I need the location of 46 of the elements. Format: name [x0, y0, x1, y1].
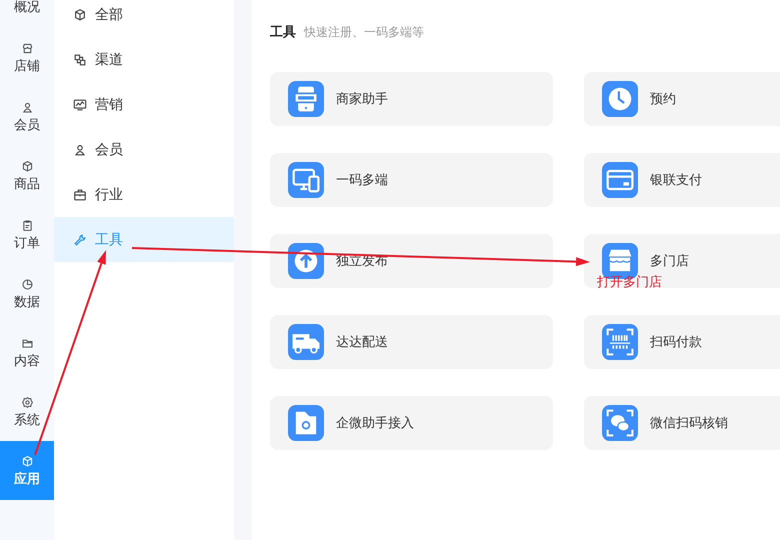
nav-item[interactable]: 会员 [0, 87, 54, 146]
wrench-icon [73, 232, 87, 246]
category-item[interactable]: 营销 [54, 82, 234, 127]
truck-icon [288, 324, 324, 360]
pie-chart-icon [20, 278, 34, 290]
tool-card[interactable]: 达达配送 [270, 315, 553, 369]
barcode-scan-icon [602, 324, 638, 360]
upload-icon [288, 243, 324, 279]
briefcase-icon [73, 188, 87, 202]
section-subtitle: 快速注册、一码多端等 [304, 24, 424, 41]
shop-icon [20, 42, 34, 54]
nav-item[interactable]: 商品 [0, 146, 54, 205]
folder-icon [20, 336, 34, 350]
tool-card[interactable]: 一码多端 [270, 153, 553, 207]
tool-card[interactable]: 预约 [584, 72, 780, 126]
category-item[interactable]: 全部 [54, 0, 234, 37]
nav-item[interactable]: 概况 [0, 0, 54, 28]
nav-item[interactable]: 订单 [0, 205, 54, 264]
section-title: 工具 [270, 23, 296, 41]
user-icon [20, 100, 34, 114]
tool-card[interactable]: 扫码付款 [584, 315, 780, 369]
chat-scan-icon [602, 405, 638, 441]
cube-icon [20, 160, 34, 172]
tool-card[interactable]: 商家助手 [270, 72, 553, 126]
user-icon [73, 142, 87, 156]
category-item[interactable]: 行业 [54, 172, 234, 217]
phone-icon [288, 81, 324, 117]
tool-card[interactable]: 微信扫码核销 [584, 396, 780, 450]
nav-item[interactable]: 数据 [0, 264, 54, 323]
category-item[interactable]: 会员 [54, 127, 234, 172]
nav-item[interactable]: 系统 [0, 382, 54, 441]
cube-icon [20, 454, 34, 468]
tool-card[interactable]: 企微助手接入 [270, 396, 553, 450]
clipboard-icon [20, 218, 34, 232]
nav-item[interactable]: 店铺 [0, 28, 54, 87]
folder-icon [288, 405, 324, 441]
cube-icon [73, 8, 87, 22]
devices-icon [288, 162, 324, 198]
credit-card-icon [602, 162, 638, 198]
nav-item[interactable]: 内容 [0, 323, 54, 382]
tool-card[interactable]: 银联支付 [584, 153, 780, 207]
category-item[interactable]: 渠道 [54, 37, 234, 82]
settings-icon [20, 396, 34, 408]
chart-icon [73, 98, 87, 112]
clock-icon [602, 81, 638, 117]
nodes-icon [73, 52, 87, 66]
